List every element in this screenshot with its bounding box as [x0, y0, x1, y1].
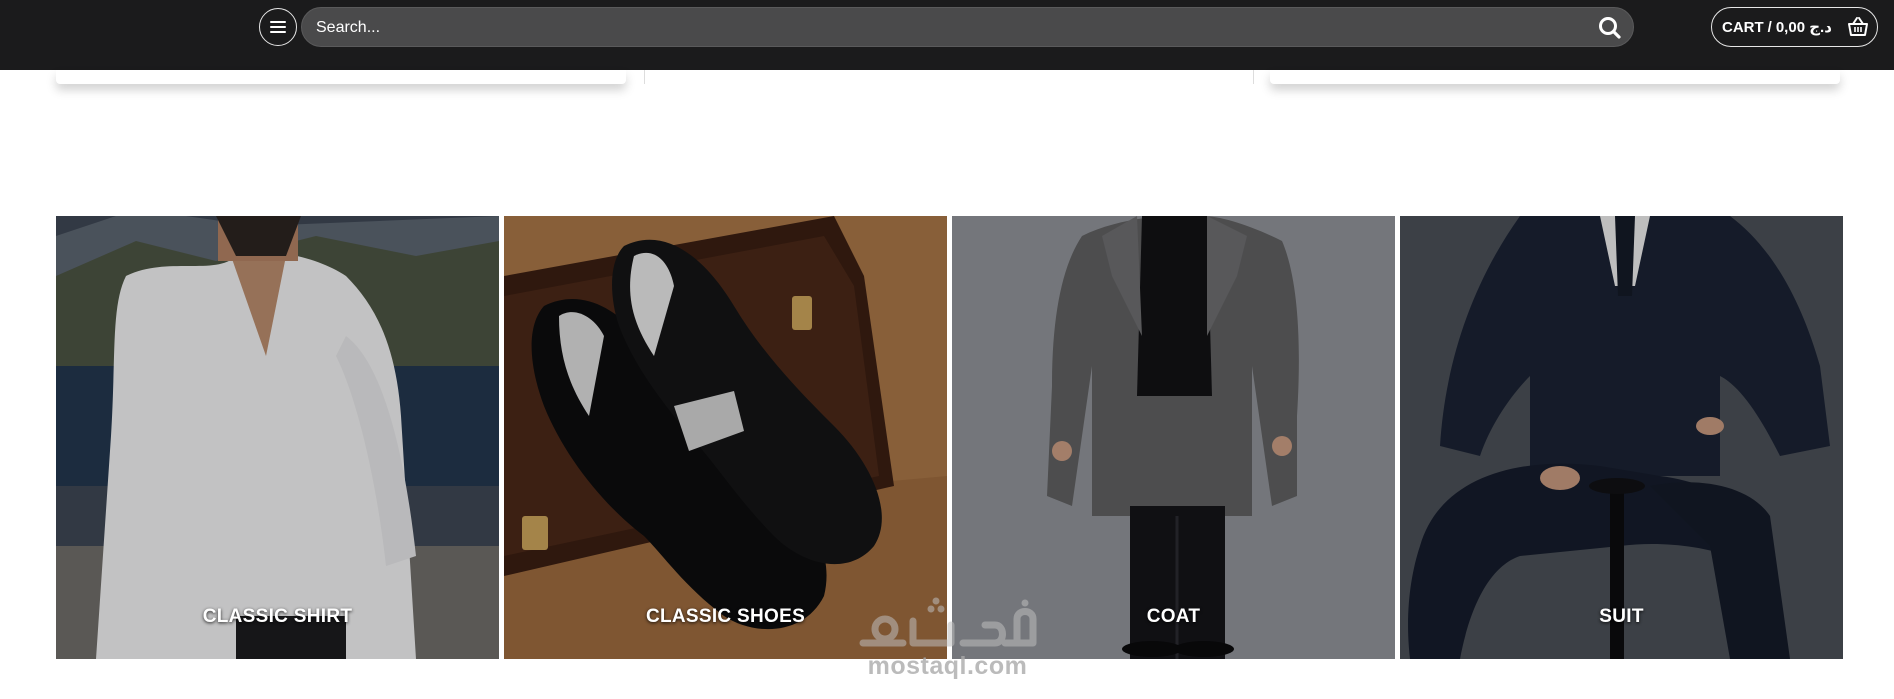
menu-button[interactable] [259, 8, 297, 46]
category-tile-suit[interactable]: SUIT [1400, 216, 1843, 659]
search-submit-button[interactable] [1597, 15, 1623, 41]
cart-label: CART [1722, 18, 1764, 36]
search-icon [1599, 17, 1621, 39]
tile-overlay [952, 216, 1395, 659]
product-card-edge [1270, 70, 1840, 84]
watermark-logo [859, 597, 1037, 647]
category-label: SUIT [1599, 606, 1644, 627]
product-card-edge [644, 70, 1254, 84]
search-input[interactable] [314, 8, 1578, 48]
cart-separator: / [1767, 18, 1772, 36]
category-label: CLASSIC SHIRT [202, 606, 353, 627]
tile-overlay [56, 216, 499, 659]
category-tile-coat[interactable]: COAT [952, 216, 1395, 659]
site-header: CART / 0,00 د.ج [0, 0, 1894, 70]
basket-icon [1848, 17, 1868, 36]
tile-overlay [504, 216, 947, 659]
watermark-text: mostaql.com [867, 652, 1028, 680]
cart-button[interactable]: CART / 0,00 د.ج [1711, 7, 1878, 47]
tile-overlay [1400, 216, 1843, 659]
cart-amount: 0,00 د.ج [1775, 19, 1832, 36]
product-card-edge [56, 70, 626, 84]
search-bar [301, 7, 1634, 48]
hamburger-icon [270, 21, 286, 33]
category-tile-classic-shirt[interactable]: CLASSIC SHIRT [56, 216, 499, 659]
category-tile-classic-shoes[interactable]: CLASSIC SHOES [504, 216, 947, 659]
